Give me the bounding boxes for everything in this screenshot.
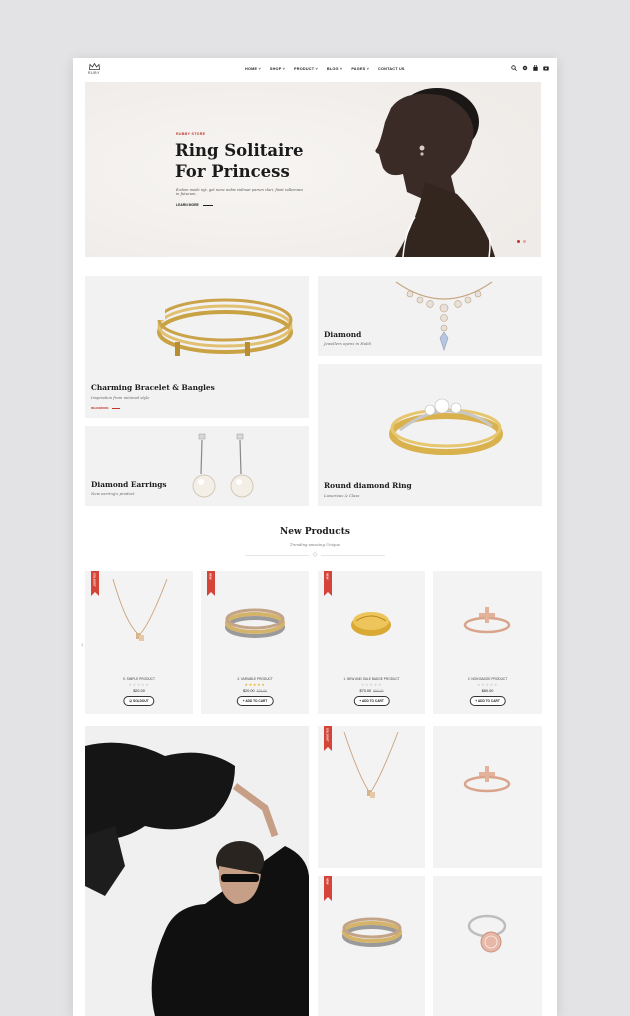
product-card[interactable]: NEW — [318, 876, 425, 1016]
main-nav: HOME ˅ SHOP ˅ PRODUCT ˅ BLOG ˅ PAGES ˅ C… — [245, 67, 405, 71]
diamond-icon: ◇ — [309, 551, 321, 559]
readmore-label: READMORE — [91, 406, 109, 410]
gold-ring-image — [351, 612, 391, 636]
product-price: $20.00 — [85, 689, 193, 693]
rating-stars: ★★★★★ — [128, 682, 150, 687]
rose-gold-ring-image — [463, 607, 511, 634]
price-old: $80.00 — [373, 689, 384, 693]
necklace-image — [343, 731, 399, 798]
banner-ring[interactable]: Round diamond Ring Luxurious & Class — [318, 364, 542, 506]
add-to-cart-button[interactable]: + ADD TO CART — [236, 696, 274, 706]
arrow-right-icon — [111, 407, 120, 409]
product-price: $80.00 — [433, 689, 542, 693]
model-banner[interactable] — [85, 726, 309, 1016]
header-icons — [511, 65, 549, 71]
product-card[interactable]: NEW 3. VARIABLE PRODUCT ★★★★★ $20.00 $25.… — [201, 571, 309, 714]
heart-tag-ring-image — [467, 914, 507, 953]
product-name[interactable]: 1. NEW AND SALE BADGE PRODUCT — [318, 677, 425, 681]
nav-pages[interactable]: PAGES ˅ — [351, 67, 369, 71]
product-name[interactable]: 5. SIMPLE PRODUCT — [85, 677, 193, 681]
website-page: RUBY HOME ˅ SHOP ˅ PRODUCT ˅ BLOG ˅ PAGE… — [73, 58, 557, 1016]
banner-title: Diamond Earrings — [91, 480, 167, 489]
hero-title: Ring Solitaire For Princess — [175, 140, 325, 182]
nav-home[interactable]: HOME ˅ — [245, 67, 261, 71]
section-title: New Products — [280, 527, 350, 537]
slider-dots — [517, 240, 526, 243]
hero-subtitle: Ecdom mode nyt, get nunc nobis vidimar p… — [176, 188, 303, 196]
model-image — [85, 726, 309, 1016]
banner-subtitle: Inspiration from minimal style — [91, 395, 150, 400]
price-current: $20.00 — [133, 689, 145, 693]
banner-earrings[interactable]: Diamond Earrings New earring's product — [85, 426, 309, 506]
logo-text: RUBY — [87, 71, 101, 75]
product-price: $20.00 $25.00 — [201, 689, 309, 693]
nav-contact[interactable]: CONTACT US — [378, 67, 405, 71]
banner-bracelet[interactable]: Charming Bracelet & Bangles Inspiration … — [85, 276, 309, 418]
product-card[interactable]: SOLDOUT 5. SIMPLE PRODUCT ★★★★★ $20.00 ☑… — [85, 571, 193, 714]
carousel-prev-button[interactable]: ‹ — [81, 640, 84, 649]
rose-gold-ring-image — [463, 766, 511, 793]
nav-shop[interactable]: SHOP ˅ — [270, 67, 285, 71]
product-card[interactable] — [433, 726, 542, 868]
banner-subtitle: Jewellers opens in Hubli — [324, 341, 371, 346]
product-name[interactable]: 2. NON BADGE PRODUCT — [433, 677, 542, 681]
hero-cta-label: LEARN MORE — [176, 203, 199, 207]
product-name[interactable]: 3. VARIABLE PRODUCT — [201, 677, 309, 681]
add-to-cart-button[interactable]: + ADD TO CART — [353, 696, 390, 706]
slider-dot-1[interactable] — [517, 240, 520, 243]
price-current: $80.00 — [481, 689, 494, 693]
section-subtitle: Trending amazing Unique — [289, 542, 341, 547]
banner-title: Charming Bracelet & Bangles — [91, 383, 215, 392]
nav-blog[interactable]: BLOG ˅ — [327, 67, 342, 71]
logo[interactable]: RUBY — [85, 63, 103, 75]
price-old: $25.00 — [256, 689, 267, 693]
crown-icon — [88, 63, 100, 70]
product-card[interactable]: SOLDOUT — [318, 726, 425, 868]
slider-dot-2[interactable] — [523, 240, 526, 243]
banner-title: Diamond — [324, 330, 362, 339]
site-header: RUBY HOME ˅ SHOP ˅ PRODUCT ˅ BLOG ˅ PAGE… — [73, 58, 557, 82]
product-card[interactable] — [433, 876, 542, 1016]
rating-stars: ★★★★★ — [476, 682, 499, 687]
hero-title-line1: Ring Solitaire — [175, 141, 304, 160]
rating-stars: ★★★★★ — [360, 682, 383, 687]
cart-icon[interactable] — [543, 65, 549, 71]
price-current: $70.00 — [359, 689, 372, 693]
rating-stars: ★★★★★ — [244, 682, 266, 687]
banner-subtitle: Luxurious & Class — [324, 493, 360, 498]
search-icon[interactable] — [511, 65, 517, 71]
trinity-ring-image — [342, 917, 402, 947]
banner-diamond[interactable]: Diamond Jewellers opens in Hubli — [318, 276, 542, 356]
bag-icon[interactable] — [533, 65, 538, 71]
hero-title-line2: For Princess — [175, 162, 290, 181]
trinity-ring-image — [225, 608, 285, 638]
banner-readmore-link[interactable]: READMORE — [91, 406, 120, 410]
price-current: $20.00 — [243, 689, 255, 693]
add-to-cart-button[interactable]: + ADD TO CART — [469, 696, 506, 706]
product-card[interactable]: 2. NON BADGE PRODUCT ★★★★★ $80.00 + ADD … — [433, 571, 542, 714]
nav-product[interactable]: PRODUCT ˅ — [294, 67, 318, 71]
product-card[interactable]: NEW 1. NEW AND SALE BADGE PRODUCT ★★★★★ … — [318, 571, 425, 714]
arrow-right-icon — [202, 204, 213, 206]
necklace-image — [112, 578, 168, 641]
hero-kicker: RUBBY STORE — [176, 132, 206, 136]
soldout-button[interactable]: ☑ SOLDOUT — [123, 696, 155, 706]
banner-subtitle: New earring's product — [91, 491, 135, 496]
settings-icon[interactable] — [522, 65, 528, 71]
hero-learn-more-link[interactable]: LEARN MORE — [176, 203, 213, 207]
banner-title: Round diamond Ring — [324, 481, 412, 490]
product-price: $70.00 $80.00 — [318, 689, 425, 693]
hero-slider: RUBBY STORE Ring Solitaire For Princess … — [85, 82, 541, 257]
